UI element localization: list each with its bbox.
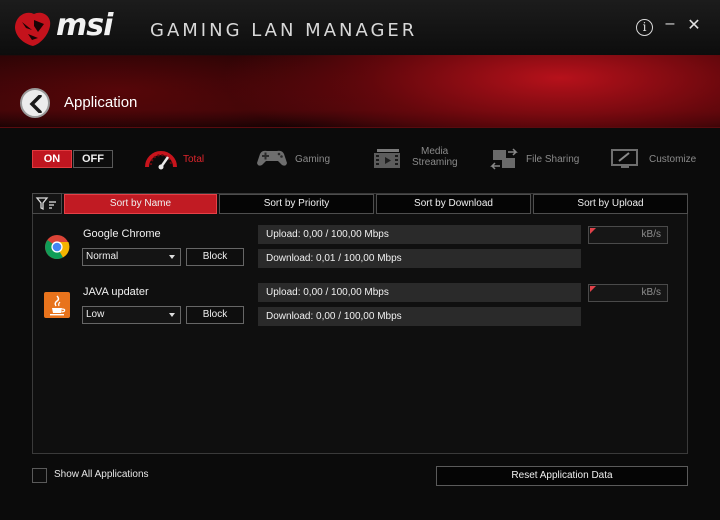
- upload-bar: Upload: 0,00 / 100,00 Mbps: [258, 283, 581, 302]
- mode-label-media: Media: [421, 146, 449, 157]
- java-icon: [44, 292, 70, 318]
- gamepad-icon: [257, 150, 287, 166]
- priority-value: Normal: [86, 251, 119, 262]
- chevron-down-icon: [169, 313, 175, 317]
- app-name: Google Chrome: [83, 228, 161, 240]
- film-icon: [374, 149, 400, 168]
- filter-icon: [35, 197, 56, 211]
- sort-by-upload-tab[interactable]: Sort by Upload: [533, 194, 688, 214]
- minimize-button[interactable]: –: [660, 14, 680, 34]
- upload-bar: Upload: 0,00 / 100,00 Mbps: [258, 225, 581, 244]
- block-button[interactable]: Block: [186, 248, 244, 266]
- info-button[interactable]: i: [636, 19, 653, 36]
- brand-logo: msi: [56, 8, 113, 43]
- show-all-checkbox[interactable]: [32, 468, 47, 483]
- mode-customize[interactable]: Customize: [610, 140, 700, 180]
- reset-application-data-button[interactable]: Reset Application Data: [436, 466, 688, 486]
- close-button[interactable]: ✕: [684, 16, 704, 36]
- speedometer-icon: [145, 151, 177, 170]
- limit-marker: [590, 228, 596, 234]
- mode-label-gaming: Gaming: [295, 154, 331, 165]
- chevron-left-icon: [29, 95, 42, 113]
- filter-button[interactable]: [32, 193, 62, 214]
- monitor-edit-icon: [611, 149, 638, 168]
- sort-by-download-tab[interactable]: Sort by Download: [376, 194, 531, 214]
- msi-dragon-logo-icon: [15, 12, 51, 46]
- limit-unit: kB/s: [641, 229, 661, 240]
- sort-by-name-tab[interactable]: Sort by Name: [64, 194, 217, 214]
- mode-total[interactable]: Total: [144, 140, 214, 180]
- download-bar: Download: 0,00 / 100,00 Mbps: [258, 307, 581, 326]
- mode-label-customize: Customize: [649, 154, 697, 165]
- block-button[interactable]: Block: [186, 306, 244, 324]
- mode-media-streaming[interactable]: Media Streaming: [372, 140, 462, 180]
- limit-unit: kB/s: [641, 287, 661, 298]
- mode-label-file-sharing: File Sharing: [526, 154, 580, 165]
- mode-label-total: Total: [183, 154, 205, 165]
- upload-limit-input[interactable]: kB/s: [588, 226, 668, 244]
- mode-gaming[interactable]: Gaming: [256, 140, 336, 180]
- download-bar: Download: 0,01 / 100,00 Mbps: [258, 249, 581, 268]
- chrome-icon: [45, 235, 70, 260]
- app-name: JAVA updater: [83, 286, 149, 298]
- upload-limit-input[interactable]: kB/s: [588, 284, 668, 302]
- show-all-label: Show All Applications: [54, 469, 149, 480]
- sort-by-priority-tab[interactable]: Sort by Priority: [219, 194, 374, 214]
- limit-marker: [590, 286, 596, 292]
- page-title: Application: [64, 94, 138, 111]
- file-transfer-icon: [490, 148, 518, 170]
- power-on-toggle[interactable]: ON: [32, 150, 72, 168]
- priority-select[interactable]: Normal: [82, 248, 181, 266]
- mode-file-sharing[interactable]: File Sharing: [490, 140, 580, 180]
- mode-label-streaming: Streaming: [412, 157, 458, 168]
- priority-value: Low: [86, 309, 105, 320]
- priority-select[interactable]: Low: [82, 306, 181, 324]
- product-name: GAMING LAN MANAGER: [150, 20, 418, 41]
- power-off-toggle[interactable]: OFF: [73, 150, 113, 168]
- app-header: msi GAMING LAN MANAGER i – ✕ Application: [0, 0, 720, 128]
- back-button[interactable]: [20, 88, 50, 118]
- chevron-down-icon: [169, 255, 175, 259]
